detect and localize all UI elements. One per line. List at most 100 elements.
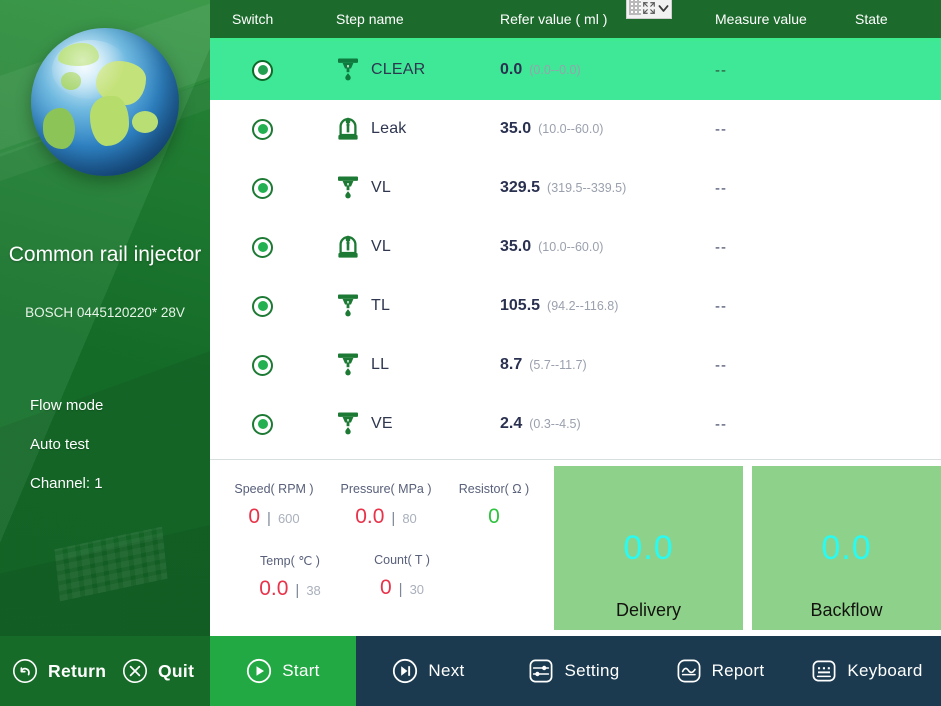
row-switch-cell xyxy=(210,118,320,140)
row-step-cell: VE xyxy=(320,411,500,437)
start-button-label: Start xyxy=(282,661,320,680)
measure-value: -- xyxy=(715,415,727,433)
step-name-label: Leak xyxy=(371,120,407,137)
metric-temp-value: 0.0 xyxy=(259,577,289,600)
switch-radio[interactable] xyxy=(252,295,273,317)
measure-value: -- xyxy=(715,297,727,315)
switch-radio[interactable] xyxy=(252,236,273,258)
column-header-state: State xyxy=(855,11,888,27)
row-refer-cell: 105.5 (94.2--116.8) xyxy=(500,297,715,315)
row-refer-cell: 2.4 (0.3--4.5) xyxy=(500,415,715,433)
row-switch-cell xyxy=(210,236,320,258)
body-split: Common rail injector BOSCH 0445120220* 2… xyxy=(0,0,941,636)
chevron-down-icon[interactable] xyxy=(657,2,669,14)
column-header-switch: Switch xyxy=(232,11,274,27)
product-title: Common rail injector xyxy=(8,243,202,266)
leak-cup-icon xyxy=(336,116,360,142)
metrics-readouts: Speed( RPM ) 0 | 600 Pressure( MPa ) 0.0 xyxy=(210,460,554,636)
grid-icon[interactable] xyxy=(629,0,641,15)
report-button[interactable]: Report xyxy=(647,636,793,706)
keyboard-button-label: Keyboard xyxy=(847,661,923,680)
row-refer-cell: 35.0 (10.0--60.0) xyxy=(500,238,715,256)
switch-radio[interactable] xyxy=(252,354,273,376)
keyboard-button[interactable]: Keyboard xyxy=(793,636,941,706)
row-switch-cell xyxy=(210,59,320,81)
refer-range: (94.2--116.8) xyxy=(547,299,619,313)
metric-pressure-separator: | xyxy=(391,510,396,527)
table-row[interactable]: TL 105.5 (94.2--116.8) -- xyxy=(210,277,941,336)
injector-nozzle-icon xyxy=(336,411,360,437)
refer-value: 8.7 xyxy=(500,356,523,373)
row-step-cell: CLEAR xyxy=(320,57,500,83)
metric-speed: Speed( RPM ) 0 | 600 xyxy=(218,482,330,529)
delivery-label: Delivery xyxy=(615,600,681,620)
metric-temp: Temp( ℃ ) 0.0 | 38 xyxy=(234,553,346,601)
injector-nozzle-icon xyxy=(336,293,360,319)
metric-pressure-label: Pressure( MPa ) xyxy=(340,482,432,496)
right-pane: Switch Step name Refer value ( ml ) Meas… xyxy=(210,0,941,636)
row-step-cell: TL xyxy=(320,293,500,319)
metric-speed-label: Speed( RPM ) xyxy=(234,482,314,496)
switch-radio[interactable] xyxy=(252,177,273,199)
injector-nozzle-icon xyxy=(336,57,360,83)
row-step-cell: VL xyxy=(320,175,500,201)
table-row[interactable]: VL 35.0 (10.0--60.0) -- xyxy=(210,218,941,277)
metric-temp-separator: | xyxy=(295,582,300,599)
measure-value: -- xyxy=(715,356,727,374)
metric-count-max: 30 xyxy=(409,582,425,597)
switch-radio[interactable] xyxy=(252,59,273,81)
setting-button[interactable]: Setting xyxy=(501,636,647,706)
table-row[interactable]: CLEAR 0.0 (0.0--0.0) -- xyxy=(210,41,941,100)
skip-forward-icon xyxy=(392,658,418,684)
next-button[interactable]: Next xyxy=(356,636,501,706)
row-refer-cell: 0.0 (0.0--0.0) xyxy=(500,61,715,79)
switch-radio[interactable] xyxy=(252,118,273,140)
keyboard-icon xyxy=(811,658,837,684)
report-button-label: Report xyxy=(711,661,765,680)
bottom-toolbar: Return Quit Start Next Setting Report Ke… xyxy=(0,636,941,706)
step-name-label: VL xyxy=(371,238,391,255)
next-button-label: Next xyxy=(428,661,465,680)
step-name-label: TL xyxy=(371,297,391,314)
setting-button-label: Setting xyxy=(564,661,620,680)
delivery-panel[interactable]: 0.0 Delivery xyxy=(554,466,743,630)
expand-arrows-icon[interactable] xyxy=(642,1,656,15)
table-row[interactable]: VL 329.5 (319.5--339.5) -- xyxy=(210,159,941,218)
metrics-row-1: Speed( RPM ) 0 | 600 Pressure( MPa ) 0.0 xyxy=(210,482,554,529)
product-subtitle: BOSCH 0445120220* 28V xyxy=(25,305,185,320)
quit-button[interactable]: Quit xyxy=(112,636,210,706)
table-row[interactable]: LL 8.7 (5.7--11.7) -- xyxy=(210,336,941,395)
step-name-label: VE xyxy=(371,415,393,432)
metrics-panel: Speed( RPM ) 0 | 600 Pressure( MPa ) 0.0 xyxy=(210,459,941,636)
refer-value: 0.0 xyxy=(500,61,523,78)
metric-count-value: 0 xyxy=(379,576,392,599)
step-name-label: LL xyxy=(371,356,390,373)
row-step-cell: LL xyxy=(320,352,500,378)
row-step-cell: VL xyxy=(320,234,500,260)
table-row[interactable]: VE 2.4 (0.3--4.5) -- xyxy=(210,395,941,454)
row-refer-cell: 35.0 (10.0--60.0) xyxy=(500,120,715,138)
start-button[interactable]: Start xyxy=(210,636,356,706)
column-header-refer-value: Refer value ( ml ) xyxy=(500,11,608,27)
return-button[interactable]: Return xyxy=(0,636,112,706)
injector-nozzle-icon xyxy=(336,175,360,201)
mode-item-auto-test[interactable]: Auto test xyxy=(30,435,205,454)
table-row[interactable]: Leak 35.0 (10.0--60.0) -- xyxy=(210,100,941,159)
metric-speed-value: 0 xyxy=(248,505,261,528)
refer-range: (10.0--60.0) xyxy=(538,122,604,136)
row-switch-cell xyxy=(210,413,320,435)
ime-floating-toolbar[interactable] xyxy=(626,0,672,19)
refer-range: (319.5--339.5) xyxy=(547,181,627,195)
refer-range: (5.7--11.7) xyxy=(529,358,587,372)
flow-panels: 0.0 Delivery 0.0 Backflow xyxy=(554,460,941,636)
row-switch-cell xyxy=(210,177,320,199)
mode-item-channel[interactable]: Channel: 1 xyxy=(30,474,205,493)
step-name-label: CLEAR xyxy=(371,61,426,78)
column-header-step-name: Step name xyxy=(336,11,404,27)
metric-resistor: Resistor( Ω ) 0 xyxy=(442,482,546,529)
switch-radio[interactable] xyxy=(252,413,273,435)
backflow-panel[interactable]: 0.0 Backflow xyxy=(752,466,941,630)
measure-value: -- xyxy=(715,61,727,79)
metric-speed-max: 600 xyxy=(277,511,300,526)
mode-item-flow[interactable]: Flow mode xyxy=(30,396,205,415)
